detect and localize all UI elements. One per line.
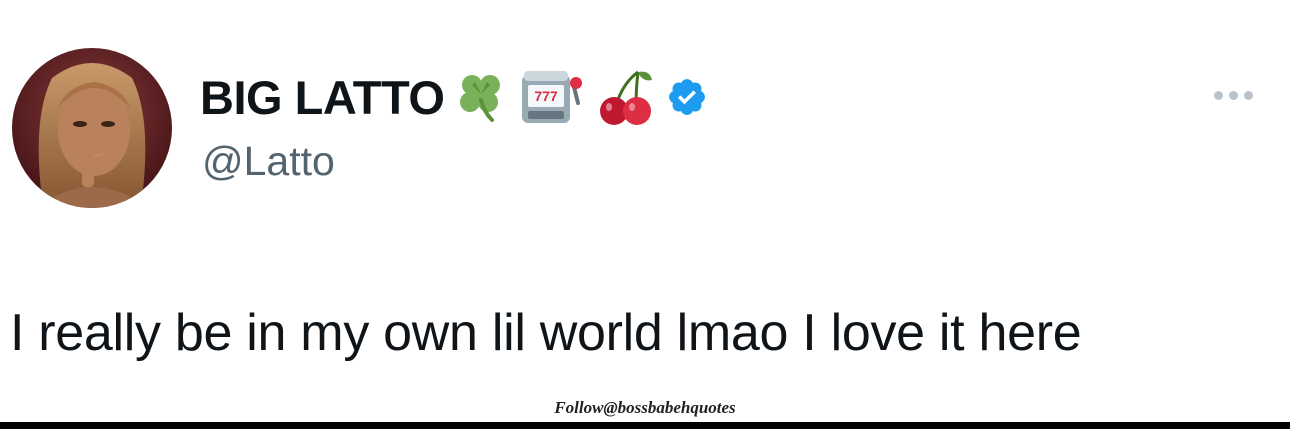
user-handle[interactable]: @Latto: [202, 138, 335, 185]
tweet-card: BIG LATTO 777 @Latto I really be in my o…: [0, 0, 1290, 429]
more-options-icon: [1213, 90, 1223, 100]
watermark: Follow@bossbabehquotes: [554, 398, 736, 417]
slot-machine-icon: 777: [518, 67, 584, 127]
cherries-icon: [594, 66, 656, 128]
more-options-icon: [1243, 90, 1253, 100]
bottom-divider: [0, 422, 1290, 429]
four-leaf-clover-icon: [454, 70, 508, 124]
verified-badge-icon[interactable]: [666, 76, 708, 118]
more-options-icon: [1228, 90, 1238, 100]
name-row: BIG LATTO 777: [200, 62, 708, 132]
avatar[interactable]: [12, 48, 172, 208]
more-options-button[interactable]: [1198, 80, 1268, 110]
slot-machine-text: 777: [535, 88, 559, 104]
display-name[interactable]: BIG LATTO: [200, 70, 445, 125]
tweet-text: I really be in my own lil world lmao I l…: [10, 304, 1082, 362]
